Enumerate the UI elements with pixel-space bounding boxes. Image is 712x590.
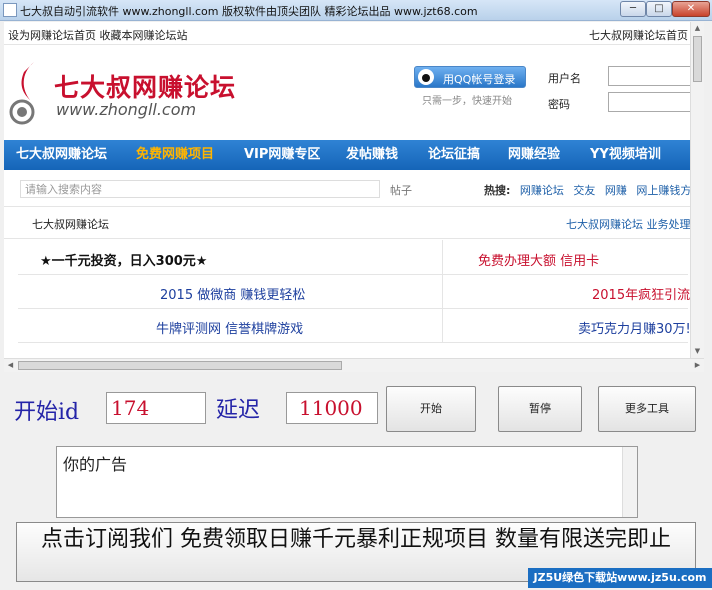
start-button[interactable]: 开始 [386, 386, 476, 432]
search-row: 请输入搜索内容 帖子 热搜: 网赚论坛 交友 网赚 网上赚钱方法 [4, 172, 690, 207]
embedded-browser: 设为网赚论坛首页 收藏本网赚论坛站 七大叔网赚论坛首页 七大叔网赚论坛 www.… [4, 22, 690, 358]
download-site-watermark: JZ5U绿色下载站www.jz5u.com [528, 568, 712, 588]
nav-item-submissions[interactable]: 论坛征搞 [428, 140, 480, 170]
vertical-scroll-thumb[interactable] [693, 36, 702, 82]
hot-search-label: 热搜: [484, 184, 511, 197]
ad-link[interactable]: 牛牌评测网 信誉棋牌游戏 [156, 318, 303, 337]
window-title: 七大叔自动引流软件 www.zhongll.com 版权软件由顶尖团队 精彩论坛… [20, 5, 478, 18]
nav-item-yy-training[interactable]: YY视频培训 [590, 140, 661, 170]
username-label: 用户名 [548, 72, 581, 85]
ad-row: ★一千元投资，日入300元★ 免费办理大额 信用卡 [18, 240, 688, 275]
username-input[interactable] [608, 66, 690, 86]
ad-textarea-scrollbar[interactable] [622, 447, 637, 517]
ad-link[interactable]: 2015年疯狂引流方法 [592, 284, 690, 303]
site-logo-text[interactable]: 七大叔网赚论坛 [54, 68, 236, 104]
hot-keyword[interactable]: 网赚 [605, 184, 627, 197]
delay-input[interactable]: 11000 [286, 392, 378, 424]
breadcrumb-left[interactable]: 七大叔网赚论坛 [32, 216, 109, 232]
forum-home-link[interactable]: 七大叔网赚论坛首页 [589, 27, 688, 43]
ad-text: 你的广告 [63, 455, 128, 474]
ad-textarea[interactable]: 你的广告 [56, 446, 638, 518]
scroll-right-icon[interactable]: ▶ [691, 359, 704, 372]
hot-keyword[interactable]: 交友 [573, 184, 595, 197]
nav-item-home[interactable]: 七大叔网赚论坛 [16, 140, 107, 170]
search-type-select[interactable]: 帖子 [390, 182, 412, 198]
ad-divider [442, 240, 443, 274]
scroll-left-icon[interactable]: ◀ [4, 359, 17, 372]
start-id-label: 开始id [14, 400, 80, 425]
pause-button[interactable]: 暂停 [498, 386, 582, 432]
qq-login-label: 用QQ帐号登录 [443, 73, 516, 86]
ad-link[interactable]: 2015 做微商 赚钱更轻松 [160, 284, 305, 303]
ad-row: 牛牌评测网 信誉棋牌游戏 卖巧克力月赚30万! [18, 308, 690, 343]
app-icon [3, 3, 17, 17]
hot-keyword[interactable]: 网上赚钱方法 [636, 184, 690, 197]
delay-label: 延迟 [216, 398, 261, 423]
ad-link[interactable]: 免费办理大额 信用卡 [478, 250, 599, 269]
scroll-down-icon[interactable]: ▼ [691, 345, 704, 358]
password-label: 密码 [548, 98, 570, 111]
close-button[interactable]: ✕ [672, 1, 710, 17]
set-homepage-link[interactable]: 设为网赚论坛首页 收藏本网赚论坛站 [8, 27, 188, 43]
start-id-input[interactable]: 174 [106, 392, 206, 424]
ad-divider [442, 308, 443, 342]
site-search-input[interactable]: 请输入搜索内容 [20, 180, 380, 198]
scroll-up-icon[interactable]: ▲ [691, 22, 704, 35]
more-tools-button[interactable]: 更多工具 [598, 386, 696, 432]
site-logo-url: www.zhongll.com [56, 100, 197, 119]
logo-mark-icon [9, 62, 35, 125]
nav-item-post-earn[interactable]: 发帖赚钱 [346, 140, 398, 170]
nav-item-free-projects[interactable]: 免费网赚项目 [136, 140, 214, 170]
ad-link[interactable]: ★一千元投资，日入300元★ [40, 250, 207, 269]
minimize-button[interactable]: ─ [620, 1, 646, 17]
breadcrumb: 七大叔网赚论坛 七大叔网赚论坛 业务处理 [4, 206, 690, 239]
qq-login-button[interactable]: 用QQ帐号登录 [414, 66, 526, 88]
window-titlebar: 七大叔自动引流软件 www.zhongll.com 版权软件由顶尖团队 精彩论坛… [0, 0, 712, 21]
password-input[interactable] [608, 92, 690, 112]
nav-item-experience[interactable]: 网赚经验 [508, 140, 560, 170]
qq-login-tip: 只需一步，快速开始 [422, 96, 512, 107]
site-navbar: 七大叔网赚论坛 免费网赚项目 VIP网赚专区 发帖赚钱 论坛征搞 网赚经验 YY… [4, 140, 690, 170]
hot-search: 热搜: 网赚论坛 交友 网赚 网上赚钱方法 [484, 182, 690, 198]
ad-link[interactable]: 卖巧克力月赚30万! [578, 318, 690, 337]
web-horizontal-scrollbar[interactable]: ◀ ▶ [4, 358, 704, 372]
nav-item-vip[interactable]: VIP网赚专区 [244, 140, 320, 170]
breadcrumb-right[interactable]: 七大叔网赚论坛 业务处理 [566, 216, 690, 232]
hot-keyword[interactable]: 网赚论坛 [520, 184, 564, 197]
web-top-links: 设为网赚论坛首页 收藏本网赚论坛站 七大叔网赚论坛首页 [4, 22, 690, 45]
ad-divider [442, 274, 443, 308]
horizontal-scroll-thumb[interactable] [18, 361, 342, 370]
ad-row: 2015 做微商 赚钱更轻松 2015年疯狂引流方法 [18, 274, 690, 309]
web-vertical-scrollbar[interactable]: ▲ ▼ [690, 22, 704, 358]
maximize-button[interactable]: □ [646, 1, 672, 17]
qq-penguin-icon [418, 69, 434, 85]
